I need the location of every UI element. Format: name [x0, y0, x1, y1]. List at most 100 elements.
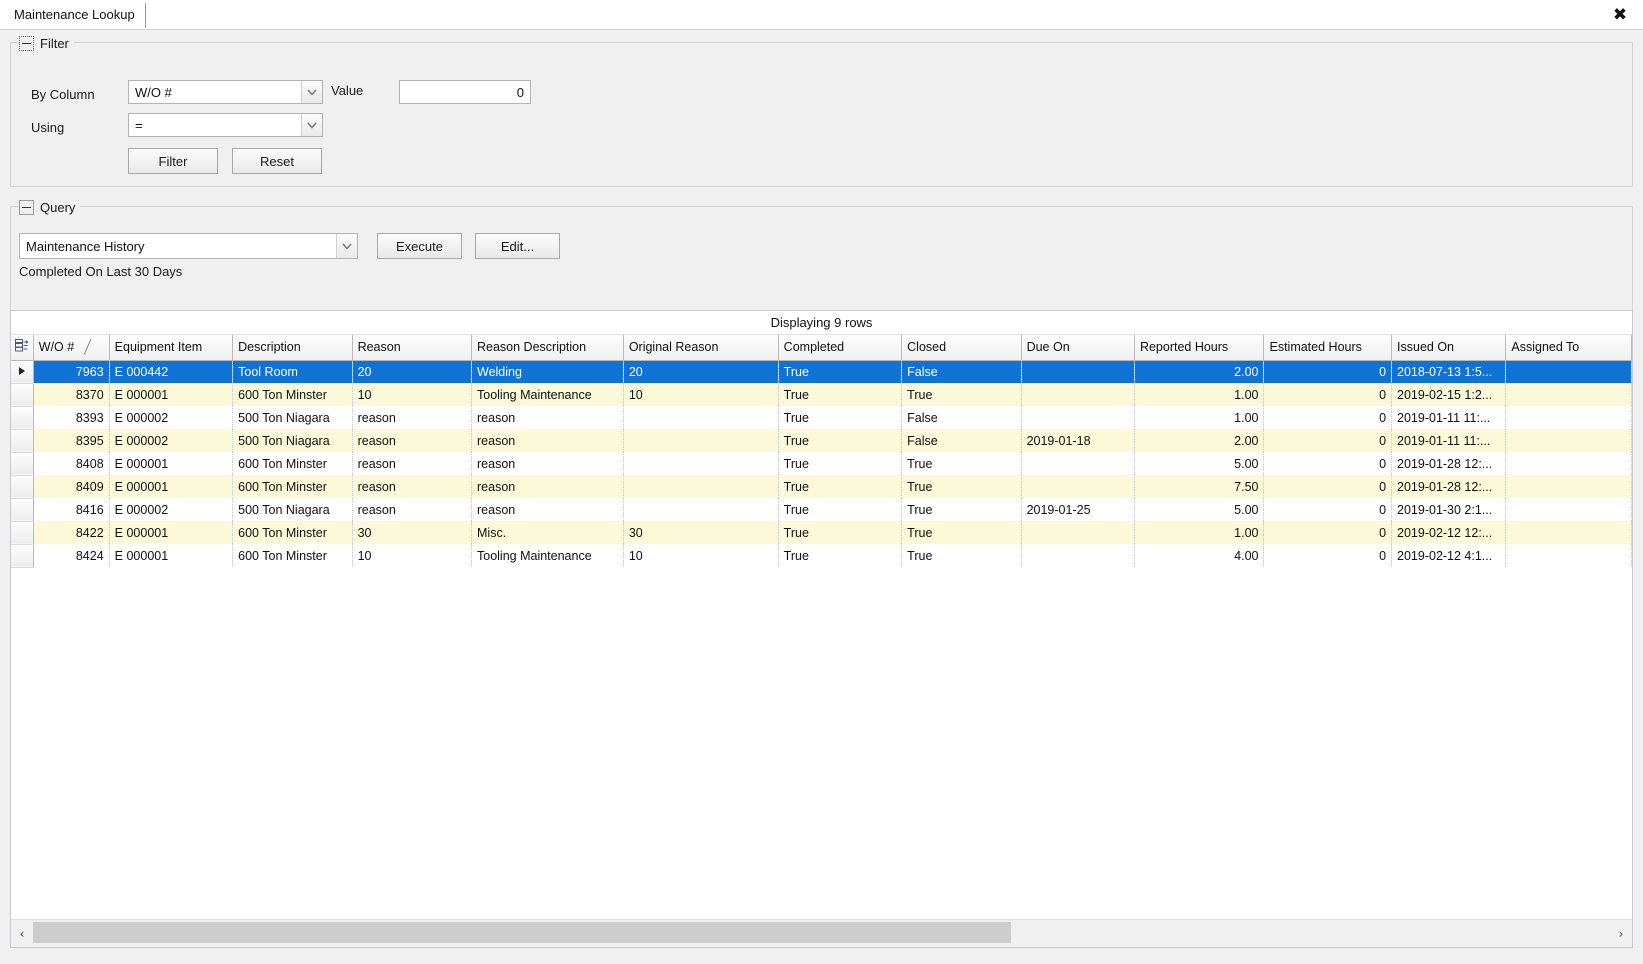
col-header-completed[interactable]: Completed [778, 335, 903, 361]
row-header-cell[interactable] [11, 360, 34, 384]
cell-original-reason[interactable]: 20 [623, 360, 779, 383]
cell-description[interactable]: 600 Ton Minster [232, 475, 353, 498]
cell-estimated-hours[interactable]: 0 [1263, 429, 1393, 452]
row-header-cell[interactable] [11, 452, 34, 476]
cell-issued-on[interactable]: 2019-02-12 4:1... [1391, 544, 1507, 567]
cell-due-on[interactable] [1021, 406, 1135, 429]
col-header-due-on[interactable]: Due On [1021, 335, 1135, 361]
cell-reason[interactable]: 30 [352, 521, 473, 544]
cell-issued-on[interactable]: 2019-02-15 1:2... [1391, 383, 1507, 406]
filter-button[interactable]: Filter [128, 148, 218, 174]
cell-reason[interactable]: reason [352, 498, 473, 521]
cell-wo[interactable]: 8424 [33, 544, 110, 567]
tab-maintenance-lookup[interactable]: Maintenance Lookup [8, 3, 146, 28]
cell-closed[interactable]: True [901, 383, 1022, 406]
cell-reason-description[interactable]: Misc. [471, 521, 624, 544]
cell-reason-description[interactable]: reason [471, 452, 624, 475]
cell-due-on[interactable] [1021, 544, 1135, 567]
scrollbar-track[interactable] [33, 920, 1610, 947]
cell-equipment-item[interactable]: E 000002 [109, 498, 234, 521]
scroll-right-arrow-icon[interactable]: › [1610, 920, 1632, 947]
query-collapse-toggle-icon[interactable] [19, 199, 34, 215]
close-icon[interactable]: ✖ [1609, 4, 1631, 26]
cell-original-reason[interactable] [623, 475, 779, 498]
cell-wo[interactable]: 8409 [33, 475, 110, 498]
cell-equipment-item[interactable]: E 000001 [109, 475, 234, 498]
cell-issued-on[interactable]: 2018-07-13 1:5... [1391, 360, 1507, 383]
cell-reported-hours[interactable]: 1.00 [1134, 521, 1265, 544]
cell-original-reason[interactable] [623, 498, 779, 521]
cell-reason[interactable]: 10 [352, 544, 473, 567]
cell-equipment-item[interactable]: E 000442 [109, 360, 234, 383]
cell-reason[interactable]: reason [352, 406, 473, 429]
cell-due-on[interactable] [1021, 383, 1135, 406]
cell-estimated-hours[interactable]: 0 [1263, 360, 1393, 383]
table-row[interactable]: 8393 E 000002 500 Ton Niagara reason reason T… [11, 406, 1632, 430]
cell-completed[interactable]: True [778, 360, 903, 383]
row-header-cell[interactable] [11, 544, 34, 568]
cell-issued-on[interactable]: 2019-02-12 12:... [1391, 521, 1507, 544]
cell-wo[interactable]: 8395 [33, 429, 110, 452]
by-column-select[interactable]: W/O # [128, 80, 323, 104]
cell-reason-description[interactable]: reason [471, 475, 624, 498]
cell-assigned-to[interactable] [1505, 406, 1632, 429]
cell-issued-on[interactable]: 2019-01-28 12:... [1391, 475, 1507, 498]
table-row[interactable]: 8370 E 000001 600 Ton Minster 10 Tooling Mai… [11, 383, 1632, 407]
cell-description[interactable]: 600 Ton Minster [232, 452, 353, 475]
cell-due-on[interactable] [1021, 521, 1135, 544]
cell-original-reason[interactable]: 10 [623, 383, 779, 406]
cell-completed[interactable]: True [778, 383, 903, 406]
cell-closed[interactable]: False [901, 429, 1022, 452]
cell-reported-hours[interactable]: 1.00 [1134, 406, 1265, 429]
cell-closed[interactable]: True [901, 498, 1022, 521]
edit-query-button[interactable]: Edit... [475, 233, 560, 259]
using-operator-select[interactable]: = [128, 113, 323, 137]
cell-original-reason[interactable]: 30 [623, 521, 779, 544]
cell-reason-description[interactable]: reason [471, 498, 624, 521]
cell-reported-hours[interactable]: 2.00 [1134, 429, 1265, 452]
cell-closed[interactable]: True [901, 544, 1022, 567]
cell-reason-description[interactable]: reason [471, 429, 624, 452]
cell-equipment-item[interactable]: E 000002 [109, 429, 234, 452]
cell-due-on[interactable] [1021, 452, 1135, 475]
cell-reason-description[interactable]: Tooling Maintenance [471, 544, 624, 567]
col-header-wo[interactable]: W/O # ╱ [33, 335, 110, 361]
cell-completed[interactable]: True [778, 521, 903, 544]
cell-reason-description[interactable]: Welding [471, 360, 624, 383]
cell-closed[interactable]: False [901, 360, 1022, 383]
cell-assigned-to[interactable] [1505, 521, 1632, 544]
scroll-left-arrow-icon[interactable]: ‹ [11, 920, 33, 947]
cell-original-reason[interactable] [623, 406, 779, 429]
cell-assigned-to[interactable] [1505, 498, 1632, 521]
cell-equipment-item[interactable]: E 000001 [109, 452, 234, 475]
cell-description[interactable]: 500 Ton Niagara [232, 429, 353, 452]
row-header-cell[interactable] [11, 383, 34, 407]
cell-wo[interactable]: 8370 [33, 383, 110, 406]
cell-description[interactable]: 600 Ton Minster [232, 544, 353, 567]
cell-original-reason[interactable]: 10 [623, 544, 779, 567]
cell-estimated-hours[interactable]: 0 [1263, 544, 1393, 567]
cell-equipment-item[interactable]: E 000001 [109, 544, 234, 567]
table-row[interactable]: 8416 E 000002 500 Ton Niagara reason reason T… [11, 498, 1632, 522]
cell-reported-hours[interactable]: 4.00 [1134, 544, 1265, 567]
cell-completed[interactable]: True [778, 475, 903, 498]
cell-due-on[interactable] [1021, 475, 1135, 498]
col-header-original-reason[interactable]: Original Reason [623, 335, 779, 361]
cell-closed[interactable]: False [901, 406, 1022, 429]
row-header-cell[interactable] [11, 521, 34, 545]
query-select[interactable]: Maintenance History [19, 233, 358, 259]
cell-wo[interactable]: 8416 [33, 498, 110, 521]
cell-reason[interactable]: 20 [352, 360, 473, 383]
cell-wo[interactable]: 8408 [33, 452, 110, 475]
cell-estimated-hours[interactable]: 0 [1263, 452, 1393, 475]
cell-estimated-hours[interactable]: 0 [1263, 383, 1393, 406]
cell-reported-hours[interactable]: 5.00 [1134, 452, 1265, 475]
cell-description[interactable]: 600 Ton Minster [232, 521, 353, 544]
cell-reason[interactable]: reason [352, 429, 473, 452]
cell-closed[interactable]: True [901, 475, 1022, 498]
table-row[interactable]: 8409 E 000001 600 Ton Minster reason reason T… [11, 475, 1632, 499]
select-all-grid-icon[interactable] [11, 335, 34, 361]
value-input[interactable]: 0 [399, 80, 531, 104]
col-header-reason[interactable]: Reason [352, 335, 473, 361]
cell-due-on[interactable] [1021, 360, 1135, 383]
